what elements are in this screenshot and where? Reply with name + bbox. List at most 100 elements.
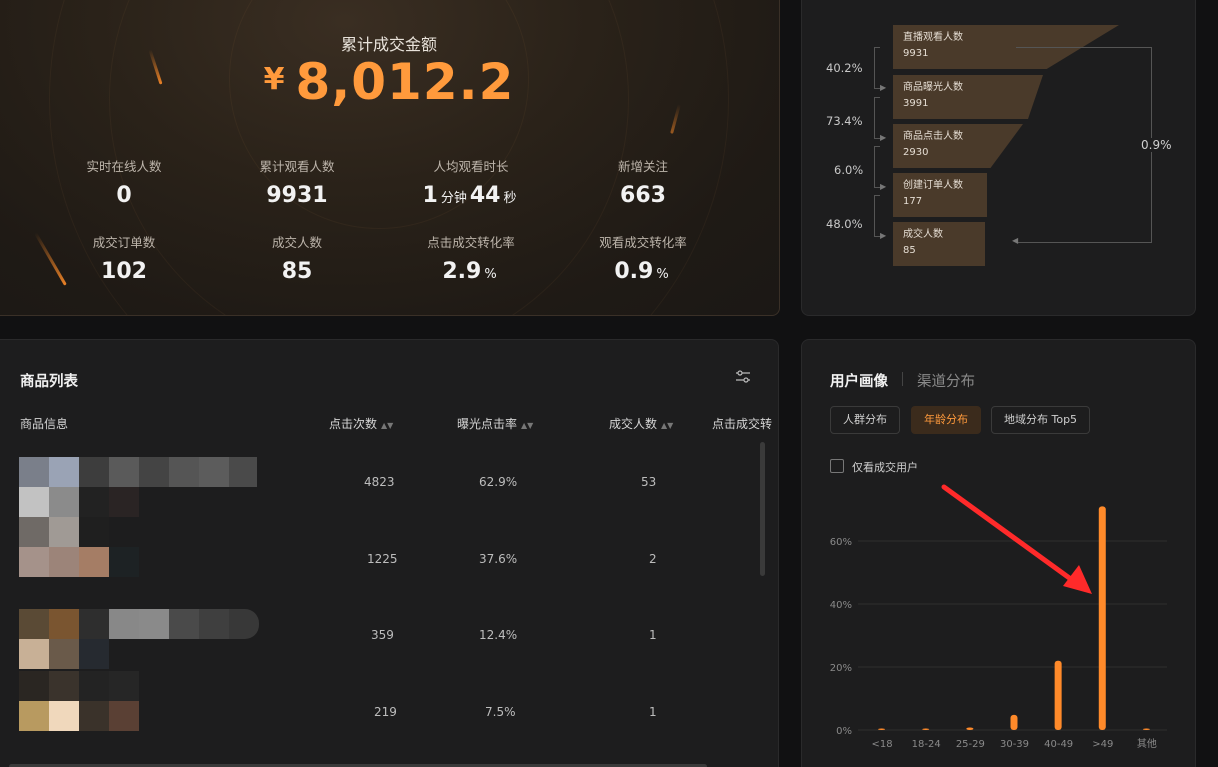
funnel-stage-value: 3991	[903, 98, 929, 109]
stat-buyers: 成交人数 85	[207, 232, 387, 284]
stat-label: 成交订单数	[92, 235, 156, 250]
arrow-right-icon: ▶	[880, 231, 887, 240]
column-header-buyers[interactable]: 成交人数 ▲▼	[609, 415, 673, 432]
stat-label: 累计观看人数	[259, 159, 335, 174]
funnel-stage-label: 直播观看人数	[903, 32, 963, 43]
bar-<18	[878, 728, 886, 730]
funnel-stage-value: 177	[903, 196, 923, 207]
bar-25-29	[966, 727, 974, 730]
cell-ctr: 7.5%	[485, 705, 516, 719]
stat-value: 663	[620, 183, 666, 208]
column-header-product: 商品信息	[20, 417, 69, 431]
column-label: 曝光点击率	[457, 417, 518, 431]
stat-label: 成交人数	[271, 235, 322, 250]
minutes-unit: 分钟	[440, 191, 467, 206]
minutes-value: 1	[422, 183, 438, 208]
stat-value: 1 分钟 44 秒	[381, 183, 561, 208]
product-list-panel: 商品列表 商品信息 点击次数 ▲▼ 曝光点击率 ▲▼ 成交人数 ▲▼ 点击成交转 48…	[0, 339, 779, 767]
funnel-stage-label: 商品点击人数	[903, 131, 963, 142]
total-gmv-title: 累计成交金额	[340, 35, 437, 54]
percent-unit: %	[484, 267, 497, 282]
funnel-stage-value: 2930	[903, 147, 929, 158]
stat-new-followers: 新增关注 663	[553, 156, 733, 208]
stat-label: 点击成交转化率	[427, 235, 515, 250]
x-tick-label: >49	[1092, 739, 1113, 750]
cell-clicks: 4823	[364, 475, 395, 489]
arrow-right-icon: ▶	[880, 83, 887, 92]
bar-18-24	[922, 728, 930, 730]
seconds-value: 44	[469, 183, 501, 208]
cell-buyers: 53	[641, 475, 657, 489]
arrow-left-icon: ◀	[1012, 236, 1019, 245]
vertical-scrollbar[interactable]	[760, 442, 765, 576]
funnel-stage-buyers: 成交人数 85	[893, 222, 985, 266]
x-tick-label: 18-24	[912, 739, 941, 750]
column-header-clicks[interactable]: 点击次数 ▲▼	[329, 415, 393, 432]
sort-icon[interactable]: ▲▼	[381, 421, 393, 430]
rate-value: 0.9	[614, 259, 654, 284]
stat-label: 实时在线人数	[86, 159, 162, 174]
sort-icon[interactable]: ▲▼	[521, 421, 533, 430]
total-gmv-amount: ¥8,012.2	[0, 53, 779, 111]
bar-30-39	[1010, 714, 1018, 730]
funnel-step-rate: 48.0%	[826, 217, 863, 231]
funnel-stage-label: 创建订单人数	[903, 180, 963, 191]
funnel-stage-label: 成交人数	[903, 229, 943, 240]
age-distribution-chart: 0% 20% 40% 60% <18 18-24 25-29 30-39 40-49 >49 其他	[830, 484, 1167, 750]
stat-view-conversion: 观看成交转化率 0.9%	[553, 232, 733, 284]
stat-total-viewers: 累计观看人数 9931	[207, 156, 387, 208]
bar-40-49	[1054, 660, 1062, 730]
funnel-stage-value: 85	[903, 245, 916, 256]
cell-clicks: 1225	[367, 552, 398, 566]
stat-label: 观看成交转化率	[599, 235, 687, 250]
funnel-step-rate: 40.2%	[826, 61, 863, 75]
cell-buyers: 1	[649, 628, 657, 642]
column-header-click-conversion: 点击成交转	[712, 417, 773, 431]
funnel-overall-bracket	[1016, 47, 1152, 243]
y-tick-label: 40%	[830, 600, 852, 611]
stat-label: 人均观看时长	[433, 159, 509, 174]
bar-其他	[1142, 728, 1150, 730]
cell-buyers: 1	[649, 705, 657, 719]
stat-value: 9931	[266, 183, 328, 208]
column-label: 成交人数	[609, 417, 658, 431]
summary-panel: 累计成交金额 ¥8,012.2 实时在线人数 0 累计观看人数 9931 人均观…	[0, 0, 780, 316]
conversion-funnel-panel: 直播观看人数 9931 商品曝光人数 3991 商品点击人数 2930 创建订单…	[801, 0, 1196, 316]
stat-label: 新增关注	[617, 159, 668, 174]
stat-online-users: 实时在线人数 0	[34, 156, 214, 208]
funnel-step-rate: 6.0%	[834, 163, 864, 177]
product-list-title: 商品列表	[20, 374, 78, 390]
column-settings-icon[interactable]	[735, 370, 751, 388]
stat-value: 2.9%	[381, 259, 561, 284]
cell-clicks: 359	[371, 628, 394, 642]
x-tick-label: <18	[872, 739, 893, 750]
funnel-overall-rate: 0.9%	[1139, 138, 1174, 152]
funnel-stage-clicks: 商品点击人数 2930	[893, 124, 1023, 168]
cell-ctr: 62.9%	[479, 475, 518, 489]
column-label: 点击次数	[329, 417, 378, 431]
x-tick-label: 其他	[1137, 737, 1157, 750]
seconds-unit: 秒	[503, 191, 517, 206]
stat-avg-watch-time: 人均观看时长 1 分钟 44 秒	[381, 156, 561, 208]
x-tick-label: 40-49	[1044, 739, 1073, 750]
funnel-step-rate: 73.4%	[826, 114, 863, 128]
rate-value: 2.9	[442, 259, 482, 284]
sort-icon[interactable]: ▲▼	[661, 421, 673, 430]
x-tick-label: 30-39	[1000, 739, 1029, 750]
y-tick-label: 0%	[836, 726, 852, 737]
cell-ctr: 12.4%	[479, 628, 518, 642]
cell-clicks: 219	[374, 705, 397, 719]
gmv-value: 8,012.2	[295, 53, 515, 111]
cell-buyers: 2	[649, 552, 657, 566]
percent-unit: %	[656, 267, 669, 282]
cell-ctr: 37.6%	[479, 552, 518, 566]
stat-value: 0	[116, 183, 132, 208]
bar->49	[1098, 506, 1106, 730]
stat-value: 0.9%	[553, 259, 733, 284]
arrow-right-icon: ▶	[880, 182, 887, 191]
stat-value: 102	[101, 259, 147, 284]
user-portrait-panel: 用户画像 渠道分布 人群分布 年龄分布 地域分布 Top5 仅看成交用户 0% 2…	[801, 339, 1196, 767]
stat-orders: 成交订单数 102	[34, 232, 214, 284]
x-tick-label: 25-29	[956, 739, 985, 750]
column-header-ctr[interactable]: 曝光点击率 ▲▼	[457, 415, 533, 432]
